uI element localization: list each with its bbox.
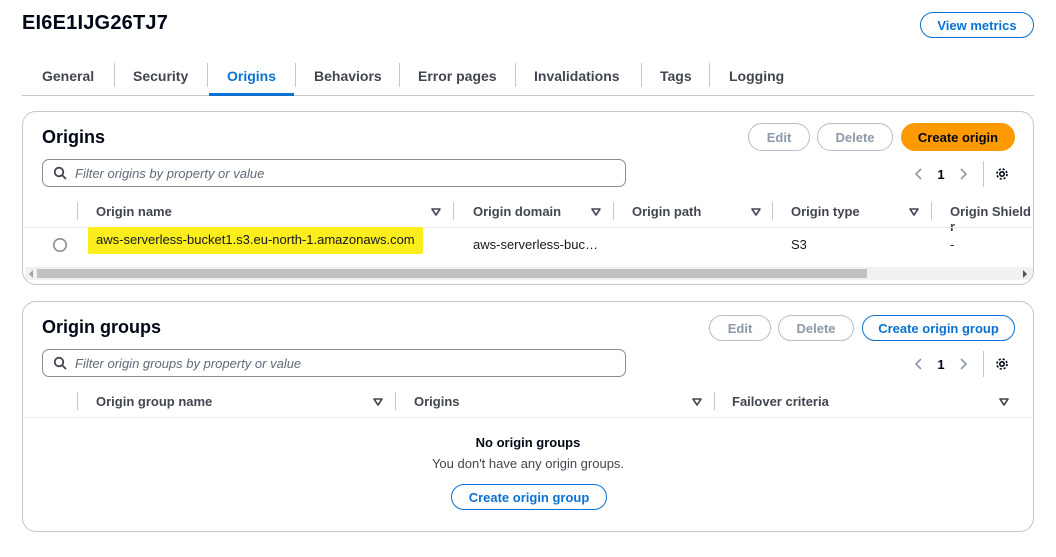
settings-gear-icon[interactable]	[992, 164, 1012, 184]
tab-divider	[114, 63, 115, 87]
column-divider	[77, 202, 78, 220]
column-header-origins[interactable]: Origins	[414, 394, 460, 409]
empty-state-description: You don't have any origin groups.	[431, 456, 625, 471]
delete-origin-group-button[interactable]: Delete	[778, 315, 854, 341]
column-header-origin-shield[interactable]: Origin Shield r	[950, 204, 1033, 234]
sort-down-icon[interactable]	[999, 398, 1009, 406]
column-divider	[77, 392, 78, 410]
tab-divider	[399, 63, 400, 87]
origin-groups-pagination: 1	[909, 351, 1012, 377]
origins-panel: Origins Edit Delete Create origin 1 Orig…	[22, 111, 1034, 285]
origin-domain-cell: aws-serverless-buc…	[473, 237, 598, 252]
tab-logging[interactable]: Logging	[729, 56, 784, 95]
column-header-origin-domain[interactable]: Origin domain	[473, 204, 561, 219]
empty-state-title: No origin groups	[475, 435, 581, 450]
settings-gear-icon[interactable]	[992, 354, 1012, 374]
tab-security[interactable]: Security	[133, 56, 188, 95]
edit-origin-button[interactable]: Edit	[748, 123, 810, 151]
column-header-origin-name[interactable]: Origin name	[96, 204, 172, 219]
current-page-number[interactable]: 1	[929, 167, 953, 182]
sort-down-icon[interactable]	[751, 208, 761, 216]
origins-pagination: 1	[909, 161, 1012, 187]
tab-invalidations[interactable]: Invalidations	[534, 56, 620, 95]
sort-down-icon[interactable]	[909, 208, 919, 216]
column-header-origin-type[interactable]: Origin type	[791, 204, 860, 219]
column-header-failover-criteria[interactable]: Failover criteria	[732, 394, 829, 409]
tab-error-pages[interactable]: Error pages	[418, 56, 497, 95]
column-divider	[931, 202, 932, 220]
tab-divider	[295, 63, 296, 87]
column-divider	[395, 392, 396, 410]
sort-down-icon[interactable]	[692, 398, 702, 406]
column-header-origin-path[interactable]: Origin path	[632, 204, 701, 219]
origin-shield-cell: -	[950, 237, 955, 252]
origin-groups-filter-input[interactable]	[75, 355, 595, 371]
pager-divider	[983, 351, 984, 377]
scroll-right-arrow-icon[interactable]	[1023, 270, 1027, 278]
tab-tags[interactable]: Tags	[660, 56, 692, 95]
edit-origin-group-button[interactable]: Edit	[709, 315, 771, 341]
origin-type-cell: S3	[791, 237, 807, 252]
origins-filter[interactable]	[42, 159, 626, 187]
delete-origin-button[interactable]: Delete	[817, 123, 893, 151]
origins-heading: Origins	[42, 127, 106, 147]
header-divider	[23, 417, 1033, 418]
column-header-origin-group-name[interactable]: Origin group name	[96, 394, 212, 409]
pager-divider	[983, 161, 984, 187]
horizontal-scrollbar[interactable]	[25, 267, 1033, 280]
tab-divider	[515, 63, 516, 87]
chevron-left-icon[interactable]	[909, 354, 929, 374]
current-page-number[interactable]: 1	[929, 357, 953, 372]
tab-general[interactable]: General	[42, 56, 94, 95]
create-origin-button[interactable]: Create origin	[901, 123, 1015, 151]
chevron-right-icon[interactable]	[953, 164, 973, 184]
table-row[interactable]: aws-serverless-bucket1.s3.eu-north-1.ama…	[88, 227, 423, 254]
tab-divider	[709, 63, 710, 87]
origin-name-cell[interactable]: aws-serverless-bucket1.s3.eu-north-1.ama…	[88, 227, 423, 254]
column-divider	[714, 392, 715, 410]
empty-state-create-origin-group-button[interactable]: Create origin group	[451, 484, 607, 510]
scrollbar-thumb[interactable]	[37, 269, 867, 278]
sort-down-icon[interactable]	[373, 398, 383, 406]
active-tab-indicator	[209, 93, 294, 96]
tab-divider	[641, 63, 642, 87]
distribution-id-title: EI6E1IJG26TJ7	[22, 12, 169, 34]
column-divider	[772, 202, 773, 220]
chevron-left-icon[interactable]	[909, 164, 929, 184]
tab-origins[interactable]: Origins	[227, 56, 276, 95]
row-radio-button[interactable]	[52, 237, 68, 253]
origin-groups-heading: Origin groups	[42, 317, 161, 337]
tab-bar: General Security Origins Behaviors Error…	[22, 56, 1034, 96]
search-icon	[53, 356, 67, 370]
view-metrics-button[interactable]: View metrics	[920, 12, 1034, 38]
column-divider	[613, 202, 614, 220]
column-divider	[453, 202, 454, 220]
chevron-right-icon[interactable]	[953, 354, 973, 374]
sort-down-icon[interactable]	[591, 208, 601, 216]
origin-groups-filter[interactable]	[42, 349, 626, 377]
sort-down-icon[interactable]	[431, 208, 441, 216]
create-origin-group-button[interactable]: Create origin group	[862, 315, 1015, 341]
tab-behaviors[interactable]: Behaviors	[314, 56, 382, 95]
origin-groups-panel: Origin groups Edit Delete Create origin …	[22, 301, 1034, 532]
tab-divider	[207, 63, 208, 87]
search-icon	[53, 166, 67, 180]
origins-filter-input[interactable]	[75, 165, 595, 181]
scroll-left-arrow-icon[interactable]	[29, 270, 33, 278]
